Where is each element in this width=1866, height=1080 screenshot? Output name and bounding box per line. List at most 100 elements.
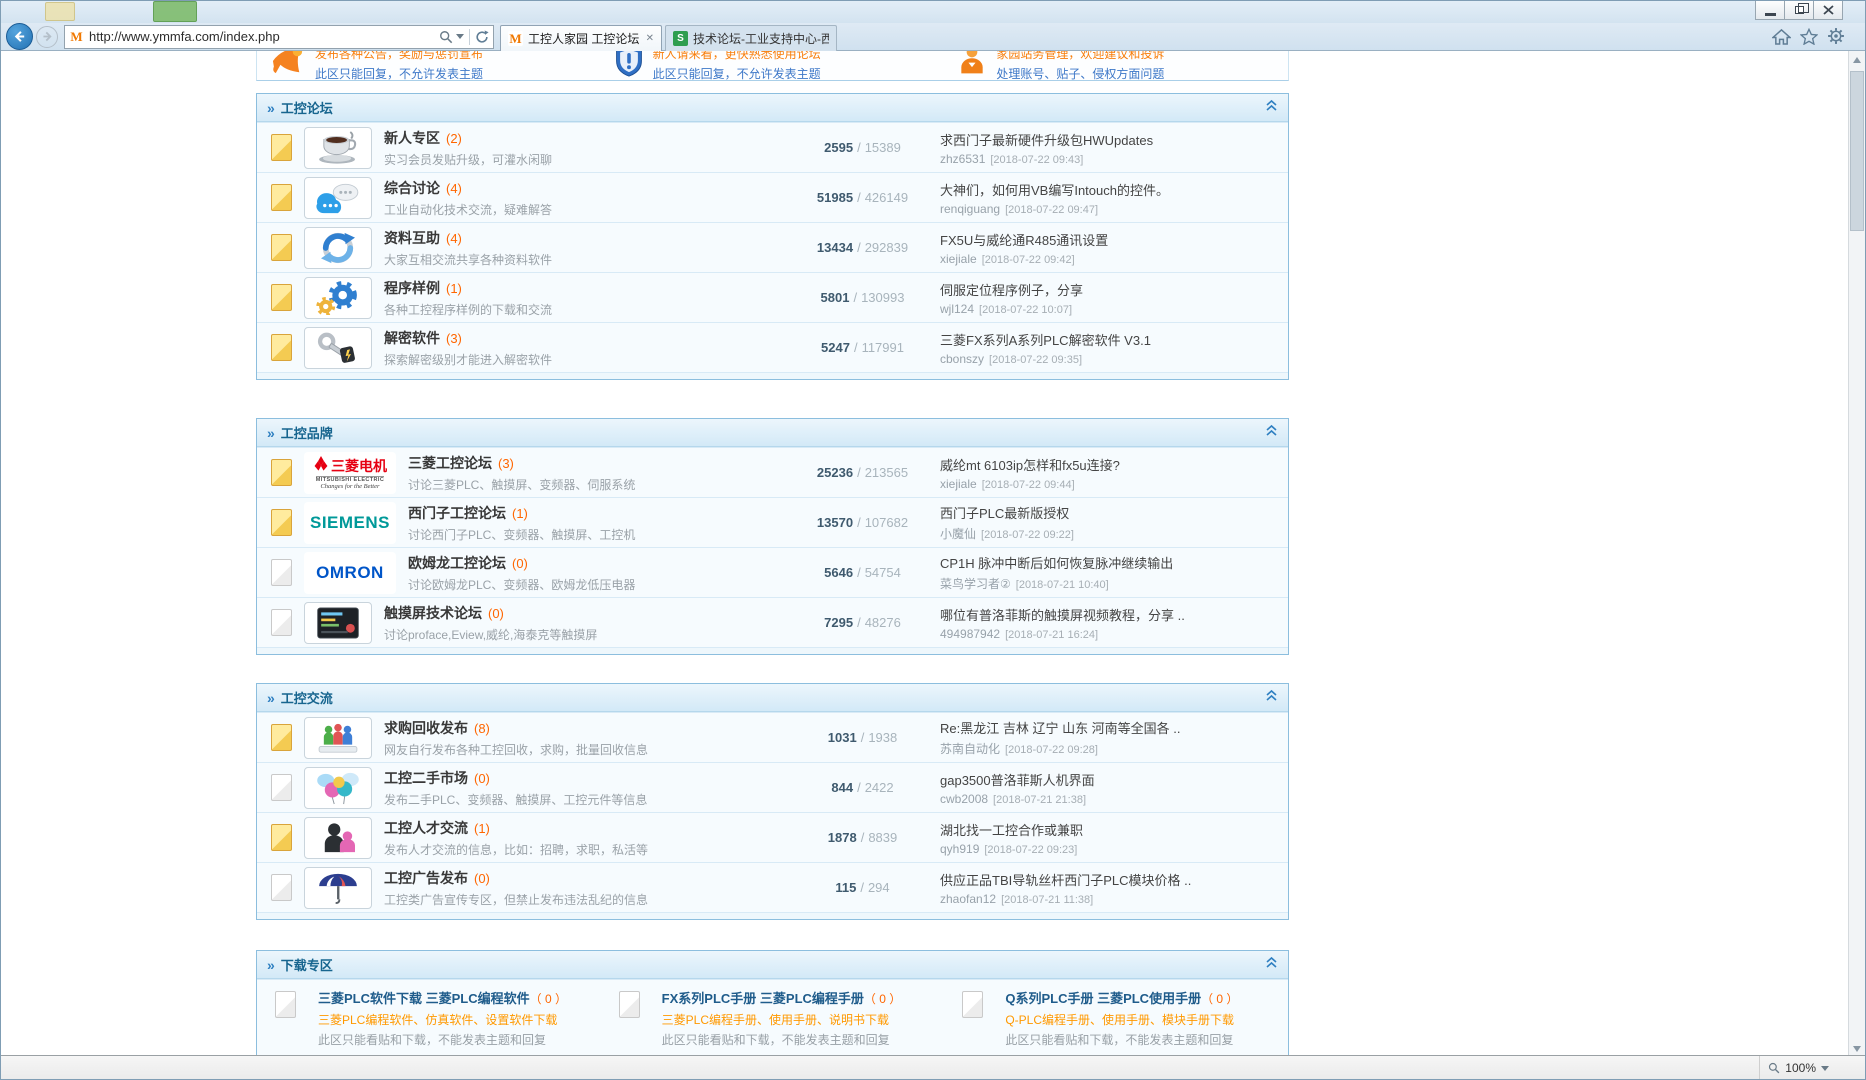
zoom-control[interactable]: 100%	[1759, 1056, 1837, 1080]
scroll-up-button[interactable]	[1849, 51, 1865, 68]
mitsubishi-icon[interactable]: 三菱电机MITSUBISHI ELECTRICChanges for the B…	[304, 452, 396, 494]
scrollbar-thumb[interactable]	[1850, 71, 1864, 231]
forum-title-link[interactable]: 新人专区	[384, 130, 440, 146]
last-post-author-link[interactable]: cbonszy	[940, 352, 984, 366]
forum-title-link[interactable]: 求购回收发布	[384, 720, 468, 736]
vertical-scrollbar[interactable]	[1848, 51, 1865, 1057]
tab-tech-forum[interactable]: S 技术论坛-工业支持中心-西门...	[665, 25, 837, 51]
minimize-button[interactable]	[1755, 1, 1785, 20]
forum-stats: 1878/8839	[790, 830, 935, 845]
ads-icon[interactable]	[304, 867, 372, 909]
home-icon[interactable]	[1772, 28, 1791, 45]
forum-description: 工控类广告宣传专区，但禁止发布违法乱纪的信息	[384, 891, 790, 908]
section-title-link[interactable]: 工控品牌	[281, 423, 1265, 442]
download-title-link[interactable]: Q系列PLC手册 三菱PLC使用手册	[1005, 991, 1201, 1006]
forum-title-link[interactable]: 综合讨论	[384, 180, 440, 196]
touchscreen-icon[interactable]	[304, 602, 372, 644]
banner-line2: 此区只能回复，不允许发表主题	[653, 62, 821, 81]
last-post-author-link[interactable]: renqiguang	[940, 202, 1000, 216]
download-sub-link[interactable]: 三菱PLC编程手册、使用手册、说明书下载	[662, 1013, 889, 1027]
last-post-title-link[interactable]: 三菱FX系列A系列PLC解密软件 V3.1	[940, 330, 1280, 349]
forum-title-link[interactable]: 欧姆龙工控论坛	[408, 555, 506, 571]
forum-title-link[interactable]: 工控二手市场	[384, 770, 468, 786]
download-title-link[interactable]: FX系列PLC手册 三菱PLC编程手册	[662, 991, 864, 1006]
last-post-title-link[interactable]: 大神们，如何用VB编写Intouch的控件。	[940, 180, 1280, 199]
last-post-author-link[interactable]: 菜鸟学习者②	[940, 577, 1011, 591]
topics-count: 25236	[817, 465, 853, 480]
close-button[interactable]	[1813, 1, 1843, 20]
collapse-icon[interactable]	[1265, 689, 1278, 707]
download-title-link[interactable]: 三菱PLC软件下载 三菱PLC编程软件	[318, 991, 530, 1006]
tab-close-icon[interactable]: ✕	[646, 33, 654, 44]
last-post-title-link[interactable]: 西门子PLC最新版授权	[940, 503, 1280, 522]
last-post-author-link[interactable]: zhz6531	[940, 152, 985, 166]
balloons-icon[interactable]	[304, 767, 372, 809]
shield-icon	[613, 51, 645, 80]
last-post-title-link[interactable]: gap3500普洛菲斯人机界面	[940, 770, 1280, 789]
last-post-title-link[interactable]: 求西门子最新硬件升级包HWUpdates	[940, 130, 1280, 149]
last-post-title-link[interactable]: 伺服定位程序例子，分享	[940, 280, 1280, 299]
last-post-author-link[interactable]: 苏南自动化	[940, 742, 1000, 756]
last-post-author-link[interactable]: 494987942	[940, 627, 1000, 641]
refresh-icon[interactable]	[475, 30, 489, 44]
search-icon[interactable]	[439, 30, 453, 44]
last-post-author-link[interactable]: xiejiale	[940, 477, 977, 491]
new-topic-count: (3)	[446, 331, 462, 346]
url-text[interactable]: http://www.ymmfa.com/index.php	[84, 29, 439, 44]
last-post-author-link[interactable]: 小魔仙	[940, 527, 976, 541]
collapse-icon[interactable]	[1265, 99, 1278, 117]
restore-button[interactable]	[1784, 1, 1814, 20]
tab-forum-home[interactable]: M 工控人家园 工控论坛 ✕	[500, 25, 662, 51]
forum-title-link[interactable]: 工控广告发布	[384, 870, 468, 886]
last-post-title-link[interactable]: 威纶mt 6103ip怎样和fx5u连接?	[940, 455, 1280, 474]
clouds-icon[interactable]	[304, 177, 372, 219]
browser-window: M http://www.ymmfa.com/index.php M 工控人家园…	[0, 0, 1866, 1080]
forward-button[interactable]	[36, 26, 58, 48]
last-post-author-link[interactable]: qyh919	[940, 842, 979, 856]
collapse-icon[interactable]	[1265, 424, 1278, 442]
last-post-author-link[interactable]: cwb2008	[940, 792, 988, 806]
forum-title-link[interactable]: 程序样例	[384, 280, 440, 296]
last-post-author-link[interactable]: zhaofan12	[940, 892, 996, 906]
address-bar[interactable]: M http://www.ymmfa.com/index.php	[64, 25, 494, 49]
forum-title-link[interactable]: 解密软件	[384, 330, 440, 346]
last-post-title-link[interactable]: 哪位有普洛菲斯的触摸屏视频教程，分享 ..	[940, 605, 1280, 624]
forum-row: 工控广告发布(0)工控类广告宣传专区，但禁止发布违法乱纪的信息115/294供应…	[257, 862, 1288, 912]
last-post-author-link[interactable]: wjl124	[940, 302, 974, 316]
address-dropdown-icon[interactable]	[456, 34, 464, 39]
zoom-dropdown-icon[interactable]	[1821, 1066, 1829, 1071]
keys-icon[interactable]	[304, 327, 372, 369]
folder-status-icon	[271, 284, 292, 311]
download-sub-link[interactable]: Q-PLC编程手册、使用手册、模块手册下载	[1005, 1013, 1234, 1027]
last-post-author-link[interactable]: xiejiale	[940, 252, 977, 266]
last-post-title-link[interactable]: FX5U与威纶通R485通讯设置	[940, 230, 1280, 249]
forum-title-link[interactable]: 资料互助	[384, 230, 440, 246]
last-post-title-link[interactable]: Re:黑龙江 吉林 辽宁 山东 河南等全国各 ..	[940, 718, 1280, 737]
sync-icon[interactable]	[304, 227, 372, 269]
favorites-star-icon[interactable]	[1800, 28, 1818, 45]
back-button[interactable]	[6, 23, 33, 50]
last-post-title-link[interactable]: CP1H 脉冲中断后如何恢复脉冲继续输出	[940, 553, 1280, 572]
siemens-icon[interactable]: SIEMENS	[304, 502, 396, 544]
forum-description: 实习会员发贴升级，可灌水闲聊	[384, 151, 790, 168]
last-post-title-link[interactable]: 湖北找一工控合作或兼职	[940, 820, 1280, 839]
last-post: 大神们，如何用VB编写Intouch的控件。renqiguang[2018-07…	[935, 180, 1280, 216]
download-sub-link[interactable]: 三菱PLC编程软件、仿真软件、设置软件下载	[318, 1013, 557, 1027]
market-icon[interactable]	[304, 717, 372, 759]
collapse-icon[interactable]	[1265, 956, 1278, 974]
forum-title-link[interactable]: 触摸屏技术论坛	[384, 605, 482, 621]
omron-icon[interactable]: OMRON	[304, 552, 396, 594]
coffee-icon[interactable]	[304, 127, 372, 169]
forum-title-link[interactable]: 三菱工控论坛	[408, 455, 492, 471]
last-post-title-link[interactable]: 供应正品TBI导轨丝杆西门子PLC模块价格 ..	[940, 870, 1280, 889]
forum-title-link[interactable]: 西门子工控论坛	[408, 505, 506, 521]
forum-title-link[interactable]: 工控人才交流	[384, 820, 468, 836]
section-title-link[interactable]: 工控交流	[281, 688, 1265, 707]
gears-icon[interactable]	[304, 277, 372, 319]
settings-gear-icon[interactable]	[1827, 27, 1845, 45]
section-title-link[interactable]: 工控论坛	[281, 98, 1265, 117]
section-title-link[interactable]: 下载专区	[281, 955, 1265, 974]
posts-count: 130993	[861, 290, 904, 305]
forum-section: »工控交流求购回收发布(8)网友自行发布各种工控回收，求购，批量回收信息1031…	[256, 683, 1289, 920]
people2-icon[interactable]	[304, 817, 372, 859]
